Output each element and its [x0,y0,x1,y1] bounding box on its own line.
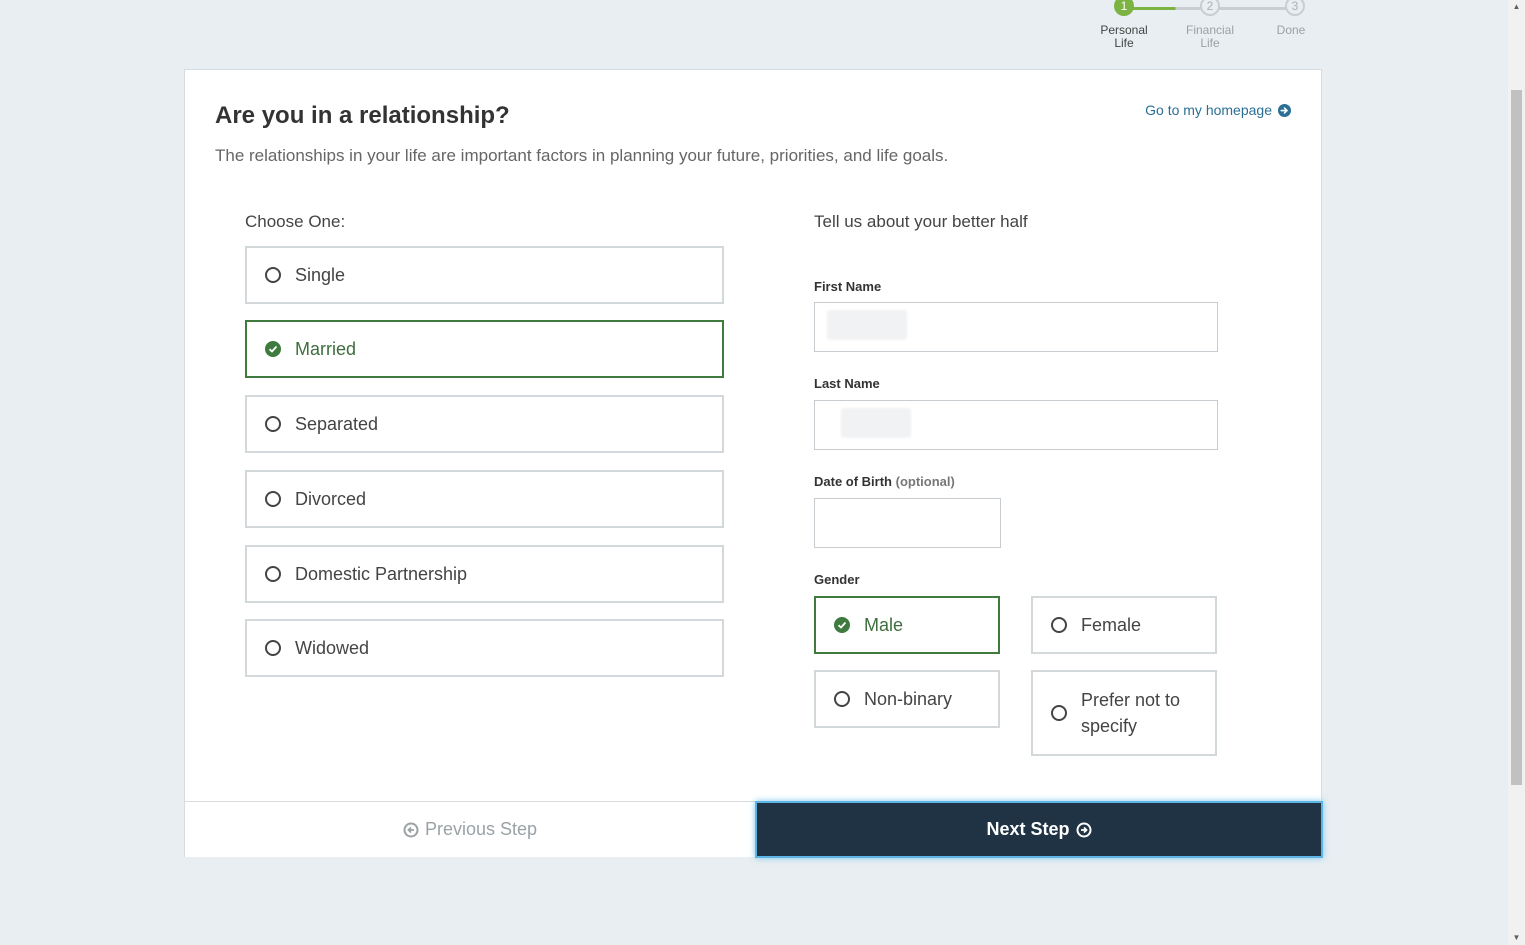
page-title: Are you in a relationship? [215,102,510,129]
option-separated[interactable]: Separated [245,395,724,453]
radio-empty-icon [1051,705,1067,721]
last-name-label: Last Name [814,376,880,391]
gender-option-label: Non-binary [864,689,953,709]
radio-empty-icon [265,267,281,283]
check-circle-icon [834,617,850,633]
check-circle-icon [265,341,281,357]
dob-label-text: Date of Birth [814,474,892,489]
step-3-circle: 3 [1285,0,1305,16]
homepage-link-label: Go to my homepage [1145,102,1272,118]
partner-heading: Tell us about your better half [814,212,1028,231]
option-divorced[interactable]: Divorced [245,470,724,528]
dob-input[interactable] [814,498,1001,548]
option-single[interactable]: Single [245,246,724,304]
gender-label: Gender [814,572,860,587]
option-label: Separated [295,413,379,434]
first-name-label: First Name [814,279,882,294]
arrow-circle-right-icon [1076,822,1092,837]
radio-empty-icon [834,691,850,707]
option-label: Widowed [295,637,370,658]
arrow-circle-right-icon [1278,103,1291,117]
previous-step-label: Previous Step [424,819,538,839]
radio-empty-icon [265,566,281,582]
step-1-circle: 1 [1114,0,1134,16]
gender-option-label: Female [1081,615,1142,635]
scroll-down-arrow-icon[interactable]: ▼ [1508,931,1525,945]
option-widowed[interactable]: Widowed [245,619,724,677]
step-2-label: Financial Life [1185,23,1235,50]
option-label: Divorced [295,488,367,509]
redacted-last-name [841,408,911,438]
page-scrollbar[interactable]: ▲ ▼ [1508,0,1525,945]
scroll-up-arrow-icon[interactable]: ▲ [1508,0,1525,14]
next-step-label: Next Step [986,819,1070,839]
step-connector-2 [1210,7,1295,10]
homepage-link[interactable]: Go to my homepage [1145,102,1291,118]
option-label: Single [295,264,346,285]
gender-option-female[interactable]: Female [1031,596,1217,654]
dob-optional-note: (optional) [895,474,955,489]
gender-option-male[interactable]: Male [814,596,1000,654]
step-connector-1 [1124,7,1210,10]
relationship-card: Are you in a relationship? The relations… [184,69,1323,858]
radio-empty-icon [265,491,281,507]
step-3-label: Done [1276,23,1306,37]
page-subtitle: The relationships in your life are impor… [215,146,949,165]
scrollbar-thumb[interactable] [1511,90,1522,785]
previous-step-button[interactable]: Previous Step [185,801,755,857]
gender-option-non-binary[interactable]: Non-binary [814,670,1000,728]
option-label: Domestic Partnership [295,563,468,584]
radio-empty-icon [265,640,281,656]
radio-empty-icon [265,416,281,432]
gender-option-prefer-not[interactable]: Prefer not to specify [1031,670,1217,756]
radio-empty-icon [1051,617,1067,633]
arrow-circle-left-icon [403,822,419,837]
gender-option-label: Male [864,615,904,635]
next-step-button[interactable]: Next Step [755,801,1323,858]
gender-option-label: Prefer not to specify [1081,690,1181,736]
step-1-label: Personal Life [1100,23,1148,50]
redacted-first-name [827,310,907,340]
dob-label: Date of Birth (optional) [814,474,955,489]
option-married[interactable]: Married [245,320,724,378]
option-label: Married [295,338,357,359]
step-2-circle: 2 [1200,0,1220,16]
choose-one-label: Choose One: [245,212,346,231]
option-domestic-partnership[interactable]: Domestic Partnership [245,545,724,603]
